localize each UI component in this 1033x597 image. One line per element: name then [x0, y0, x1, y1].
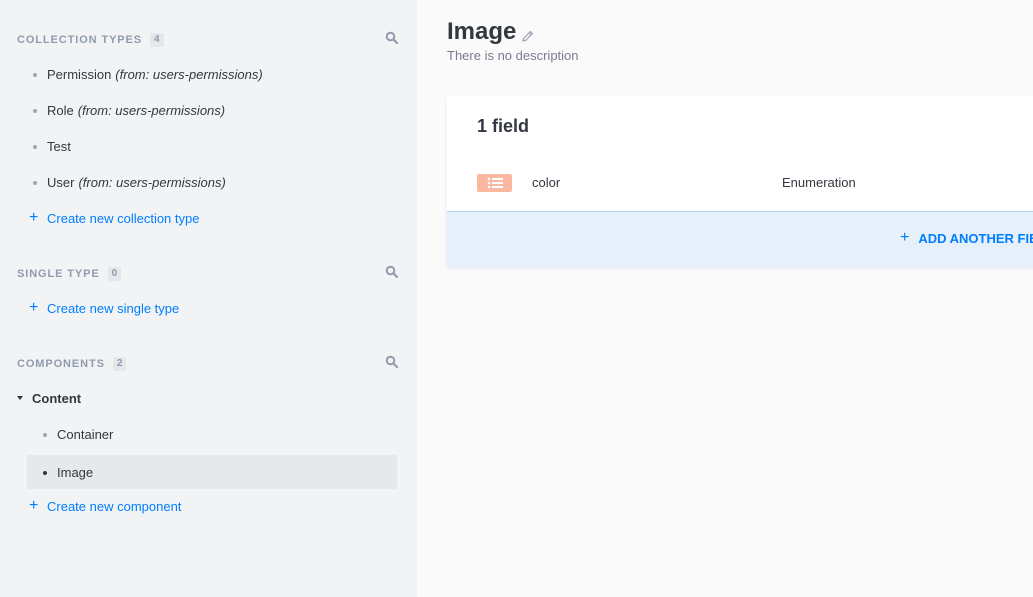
bullet-icon [43, 433, 47, 437]
add-field-label: ADD ANOTHER FIELD [918, 230, 1033, 246]
components-count: 2 [112, 357, 127, 371]
item-label: Test [47, 138, 71, 154]
single-types-header: Single Type 0 [17, 266, 122, 282]
plus-icon: + [29, 299, 39, 316]
page-title: Image [447, 18, 534, 46]
item-label: User [47, 174, 75, 190]
sidebar-item-container[interactable]: Container [27, 417, 397, 451]
bullet-icon [43, 471, 47, 475]
create-single-type-link[interactable]: + Create new single type [29, 298, 179, 318]
search-icon[interactable] [385, 265, 399, 279]
search-icon[interactable] [385, 31, 399, 45]
main-content: Image There is no description 1 field co… [417, 0, 1033, 597]
create-collection-type-link[interactable]: + Create new collection type [29, 208, 199, 228]
plus-icon: + [29, 209, 39, 226]
field-row[interactable]: color Enumeration [447, 166, 1033, 200]
item-plugin-label: (from: users-permissions) [77, 102, 226, 118]
create-collection-type-label: Create new collection type [47, 210, 200, 226]
single-types-count: 0 [107, 267, 122, 281]
sidebar-item-user[interactable]: User (from: users-permissions) [27, 165, 397, 199]
fields-count-title: 1 field [477, 116, 530, 136]
pencil-icon[interactable] [522, 30, 534, 42]
plus-icon: + [900, 229, 910, 246]
item-label: Image [57, 464, 94, 480]
create-single-type-label: Create new single type [47, 300, 180, 316]
bullet-icon [33, 181, 37, 185]
item-plugin-label: (from: users-permissions) [78, 174, 226, 190]
fields-card: 1 field color Enumeration + ADD ANOTHER … [447, 96, 1033, 266]
caret-down-icon [17, 396, 23, 400]
collection-types-header: Collection Types 4 [17, 32, 164, 48]
component-category-content[interactable]: Content [17, 388, 81, 408]
single-types-title: Single Type [17, 268, 100, 280]
sidebar-item-test[interactable]: Test [27, 129, 397, 163]
components-title: Components [17, 358, 105, 370]
list-icon [477, 174, 512, 192]
sidebar-item-role[interactable]: Role (from: users-permissions) [27, 93, 397, 127]
bullet-icon [33, 109, 37, 113]
item-label: Permission [47, 66, 112, 82]
page-title-text: Image [447, 18, 517, 45]
collection-types-count: 4 [150, 33, 164, 47]
add-another-field-button[interactable]: + ADD ANOTHER FIELD [447, 211, 1033, 266]
sidebar-item-image[interactable]: Image [27, 455, 397, 489]
components-header: Components 2 [17, 356, 127, 372]
item-plugin-label: (from: users-permissions) [115, 66, 263, 82]
collection-types-title: Collection Types [17, 34, 143, 46]
page-description: There is no description [447, 48, 579, 63]
add-field-label-wrap: + ADD ANOTHER FIELD [900, 230, 1033, 246]
plus-icon: + [29, 497, 39, 514]
field-name: color [532, 175, 561, 190]
bullet-icon [33, 73, 37, 77]
create-component-label: Create new component [47, 498, 182, 514]
sidebar: Collection Types 4 Permission (from: use… [0, 0, 417, 597]
category-label: Content [32, 390, 82, 406]
item-label: Role [47, 102, 74, 118]
search-icon[interactable] [385, 355, 399, 369]
sidebar-item-permission[interactable]: Permission (from: users-permissions) [27, 57, 397, 91]
bullet-icon [33, 145, 37, 149]
create-component-link[interactable]: + Create new component [29, 496, 181, 516]
field-type: Enumeration [782, 175, 856, 190]
item-label: Container [57, 426, 114, 442]
